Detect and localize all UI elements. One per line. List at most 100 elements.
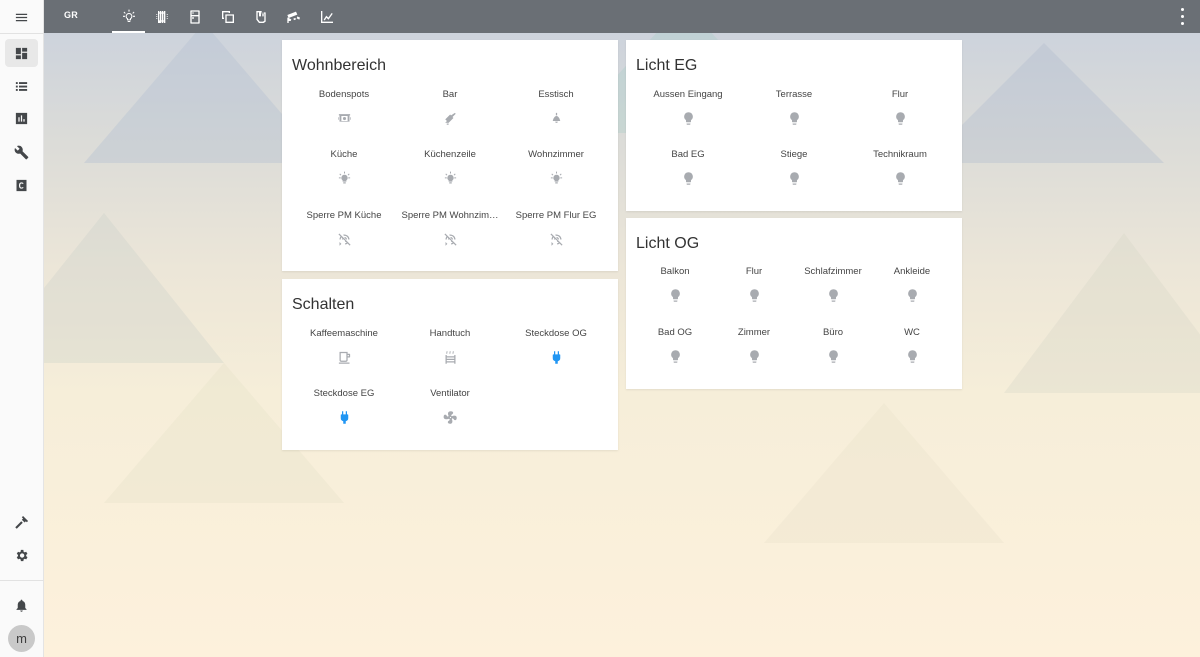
entity-bodenspots[interactable]: Bodenspots (288, 89, 400, 126)
bulb-icon (787, 171, 802, 186)
entity-ankleide[interactable]: Ankleide (871, 266, 953, 303)
fridge-icon (189, 9, 200, 24)
dot-icon (1180, 8, 1184, 11)
sidebar-item-settings[interactable] (5, 541, 38, 569)
entity-steckdose-eg[interactable]: Steckdose EG (288, 388, 400, 425)
tab-statistics[interactable] (310, 0, 343, 33)
sidebar-item-hacs[interactable] (5, 171, 38, 199)
sidebar-item-tools[interactable] (5, 508, 38, 536)
entity-wc[interactable]: WC (871, 327, 953, 364)
bulb-icon (681, 111, 696, 126)
card-title: Wohnbereich (292, 57, 386, 74)
tab-heating[interactable] (145, 0, 178, 33)
bulb-icon (681, 171, 696, 186)
pendant-lamp-icon (443, 111, 458, 126)
sidebar-item-notifications[interactable] (5, 591, 38, 619)
bulb-icon (668, 288, 683, 303)
card-licht-eg: Licht EG Aussen Eingang Terrasse Flur Ba… (626, 40, 962, 211)
entity-label: Aussen Eingang (653, 89, 723, 100)
entity-stiege[interactable]: Stiege (738, 149, 850, 186)
entity-steckdose-og[interactable]: Steckdose OG (500, 328, 612, 365)
cctv-icon (286, 11, 300, 23)
dashboard-background (44, 33, 1200, 657)
motion-sensor-off-icon (443, 232, 458, 247)
entity-ventilator[interactable]: Ventilator (394, 388, 506, 425)
entity-handtuch[interactable]: Handtuch (394, 328, 506, 365)
entity-label: Wohnzimmer (528, 149, 584, 160)
sidebar-item-history[interactable] (5, 104, 38, 132)
bulb-icon (905, 288, 920, 303)
entity-label: Zimmer (737, 327, 771, 338)
bulb-on-icon (337, 171, 352, 186)
entity-label: Bar (442, 89, 458, 100)
entity-bad-eg[interactable]: Bad EG (632, 149, 744, 186)
entity-label: Bodenspots (318, 89, 370, 100)
bell-icon (16, 599, 27, 612)
entity-technikraum[interactable]: Technikraum (844, 149, 956, 186)
fan-icon (443, 410, 458, 425)
entity-balkon[interactable]: Balkon (634, 266, 716, 303)
copy-icon (221, 10, 234, 23)
sidebar-divider-bottom (0, 580, 44, 581)
entity-aussen-eingang[interactable]: Aussen Eingang (632, 89, 744, 126)
entity-bad-og[interactable]: Bad OG (634, 327, 716, 364)
ceiling-spot-icon (337, 111, 352, 126)
home-view-label[interactable]: GR (64, 10, 78, 20)
tab-appliances[interactable] (178, 0, 211, 33)
sidebar-item-logbook[interactable] (5, 72, 38, 100)
hammer-icon (15, 515, 29, 529)
entity-label: Sperre PM Küche (306, 210, 382, 221)
bulb-icon (893, 111, 908, 126)
bulb-icon (826, 288, 841, 303)
entity-label: Technikraum (873, 149, 927, 160)
entity-label: Bad EG (671, 149, 705, 160)
dashboard-icon (15, 47, 28, 59)
entity-label: Büro (822, 327, 844, 338)
card-wohnbereich: Wohnbereich Bodenspots Bar Esstisch Küch… (282, 40, 618, 271)
hacs-icon (16, 179, 27, 191)
overflow-menu-button[interactable] (1174, 8, 1190, 25)
bulb-icon (893, 171, 908, 186)
user-avatar[interactable]: m (8, 625, 35, 652)
tab-security[interactable] (277, 0, 310, 33)
entity-kueche[interactable]: Küche (288, 149, 400, 186)
card-schalten: Schalten Kaffeemaschine Handtuch Steckdo… (282, 279, 618, 450)
sidebar-item-overview[interactable] (5, 39, 38, 67)
card-title: Licht EG (636, 57, 698, 74)
entity-label: Handtuch (429, 328, 471, 339)
tab-access[interactable] (244, 0, 277, 33)
entity-kaffeemaschine[interactable]: Kaffeemaschine (288, 328, 400, 365)
entity-sperre-pm-kueche[interactable]: Sperre PM Küche (288, 210, 400, 247)
entity-label: Sperre PM Wohnzim… (401, 210, 499, 221)
entity-label: Ankleide (893, 266, 931, 277)
entity-terrasse[interactable]: Terrasse (738, 89, 850, 126)
entity-schlafzimmer[interactable]: Schlafzimmer (792, 266, 874, 303)
motion-sensor-off-icon (549, 232, 564, 247)
entity-sperre-pm-wohnzimmer[interactable]: Sperre PM Wohnzim… (394, 210, 506, 247)
entity-wohnzimmer[interactable]: Wohnzimmer (500, 149, 612, 186)
entity-esstisch[interactable]: Esstisch (500, 89, 612, 126)
entity-sperre-pm-flur-eg[interactable]: Sperre PM Flur EG (500, 210, 612, 247)
sidebar-divider (0, 33, 44, 34)
hand-icon (255, 10, 266, 23)
bulb-icon (747, 288, 762, 303)
entity-label: Ventilator (430, 388, 470, 399)
menu-toggle-button[interactable] (5, 3, 38, 31)
top-app-bar: GR (44, 0, 1200, 33)
dot-icon (1180, 15, 1184, 18)
entity-flur-eg[interactable]: Flur (844, 89, 956, 126)
settings-icon (16, 549, 28, 561)
entity-kuechenzeile[interactable]: Küchenzeile (394, 149, 506, 186)
history-chart-icon (15, 112, 28, 124)
entity-buero[interactable]: Büro (792, 327, 874, 364)
chart-line-icon (320, 10, 333, 23)
entity-label: Steckdose OG (525, 328, 587, 339)
tab-groups[interactable] (211, 0, 244, 33)
entity-label: Bad OG (657, 327, 693, 338)
entity-zimmer[interactable]: Zimmer (713, 327, 795, 364)
tab-lights[interactable] (112, 0, 145, 33)
entity-flur-og[interactable]: Flur (713, 266, 795, 303)
entity-bar[interactable]: Bar (394, 89, 506, 126)
bulb-icon (668, 349, 683, 364)
sidebar-item-developer-tools[interactable] (5, 138, 38, 166)
